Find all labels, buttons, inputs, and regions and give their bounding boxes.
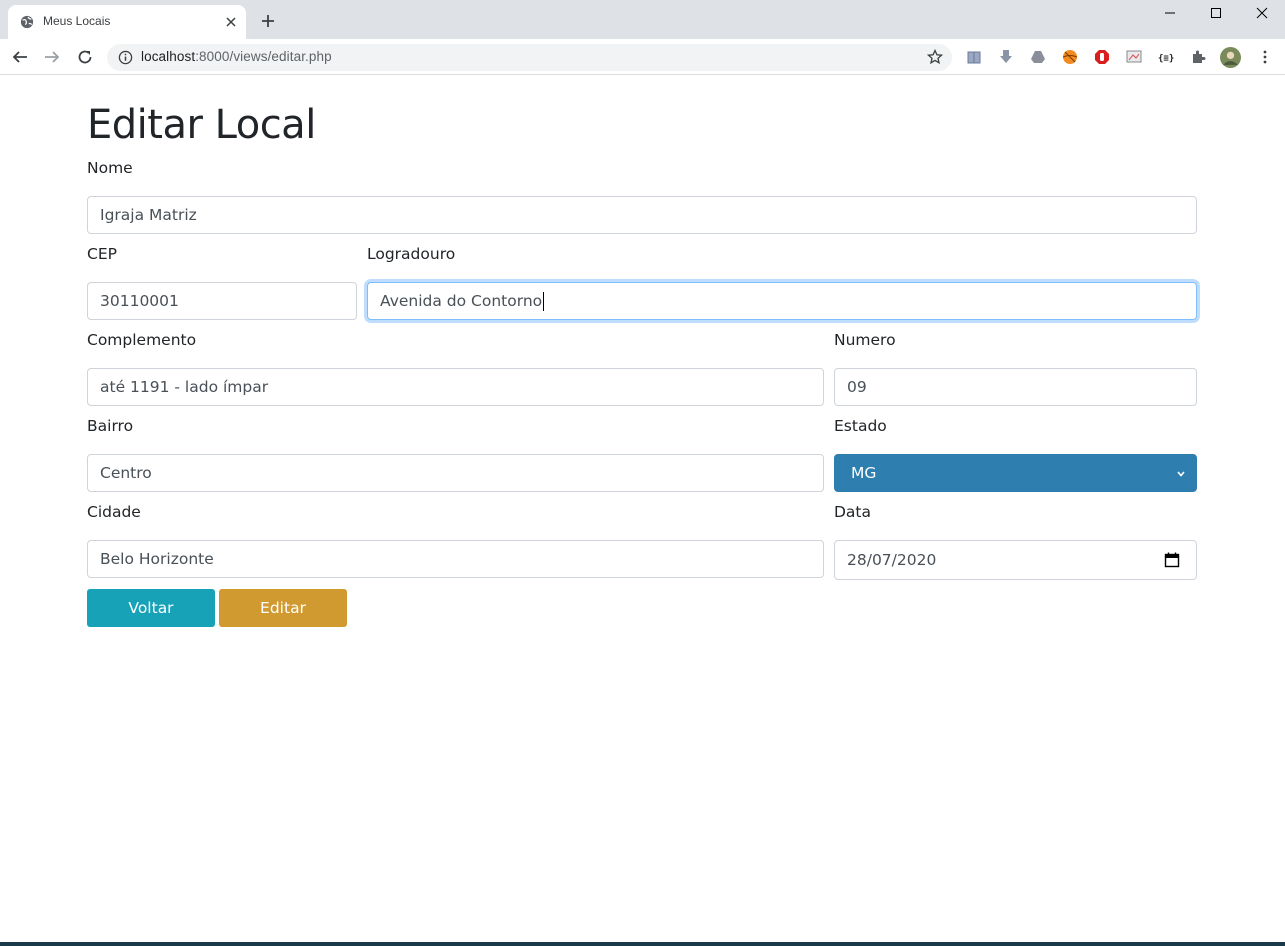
extension-ball-icon[interactable] — [1062, 49, 1078, 65]
extension-reader-icon[interactable] — [966, 49, 982, 65]
page-content: Editar Local Nome Igraja Matriz CEP 3011… — [0, 76, 1285, 942]
cep-value: 30110001 — [100, 292, 179, 310]
complemento-value: até 1191 - lado ímpar — [100, 378, 269, 396]
estado-value: MG — [851, 464, 877, 482]
new-tab-icon[interactable] — [259, 12, 277, 30]
chevron-down-icon — [1177, 471, 1185, 477]
estado-select[interactable]: MG — [834, 454, 1197, 492]
calendar-icon[interactable] — [1164, 552, 1180, 568]
bairro-label: Bairro — [87, 417, 134, 435]
extension-screen-icon[interactable] — [1126, 49, 1142, 65]
extensions-puzzle-icon[interactable] — [1190, 49, 1206, 65]
bairro-input[interactable]: Centro — [87, 454, 824, 492]
taskbar-edge — [0, 942, 1285, 946]
arrow-right-icon — [45, 51, 60, 63]
address-bar[interactable]: localhost:8000/views/editar.php — [107, 44, 952, 71]
window-close-icon — [1256, 7, 1268, 19]
extension-drive-icon[interactable] — [1030, 49, 1046, 65]
editar-button[interactable]: Editar — [219, 589, 347, 627]
page-title: Editar Local — [87, 102, 316, 148]
url-path: :8000/views/editar.php — [195, 49, 332, 64]
window-close-button[interactable] — [1239, 0, 1285, 26]
url-text[interactable]: localhost:8000/views/editar.php — [141, 49, 332, 64]
nome-label: Nome — [87, 159, 133, 177]
tab-title: Meus Locais — [43, 14, 111, 28]
numero-label: Numero — [834, 331, 896, 349]
back-button[interactable] — [10, 47, 30, 67]
profile-avatar-icon[interactable] — [1220, 47, 1241, 68]
reload-button[interactable] — [75, 47, 95, 67]
cidade-label: Cidade — [87, 503, 141, 521]
browser-tab[interactable]: Meus Locais — [8, 5, 246, 39]
arrow-left-icon — [12, 51, 27, 63]
url-host: localhost — [141, 49, 196, 64]
logradouro-input[interactable]: Avenida do Contorno — [367, 282, 1197, 320]
minimize-button[interactable] — [1147, 0, 1193, 26]
data-input[interactable]: 28/07/2020 — [834, 540, 1197, 580]
numero-input[interactable]: 09 — [834, 368, 1197, 406]
reload-icon — [78, 50, 92, 64]
info-icon[interactable] — [118, 50, 133, 65]
bairro-value: Centro — [100, 464, 152, 482]
nome-value: Igraja Matriz — [100, 206, 197, 224]
maximize-icon — [1211, 8, 1221, 18]
complemento-label: Complemento — [87, 331, 197, 349]
extension-adblock-icon[interactable] — [1094, 49, 1110, 65]
forward-button[interactable] — [42, 47, 62, 67]
minimize-icon — [1165, 12, 1175, 14]
maximize-button[interactable] — [1193, 0, 1239, 26]
menu-kebab-icon[interactable] — [1257, 49, 1273, 65]
logradouro-label: Logradouro — [367, 245, 456, 263]
estado-label: Estado — [834, 417, 887, 435]
browser-toolbar: localhost:8000/views/editar.php {≡} — [0, 39, 1285, 75]
numero-value: 09 — [847, 378, 867, 396]
svg-text:{≡}: {≡} — [1158, 54, 1174, 64]
extension-json-icon[interactable]: {≡} — [1158, 49, 1174, 65]
logradouro-value: Avenida do Contorno — [380, 292, 543, 310]
voltar-button[interactable]: Voltar — [87, 589, 215, 627]
close-tab-icon[interactable] — [224, 15, 238, 29]
data-value: 28/07/2020 — [847, 551, 937, 569]
complemento-input[interactable]: até 1191 - lado ímpar — [87, 368, 824, 406]
data-label: Data — [834, 503, 872, 521]
globe-icon — [20, 15, 34, 29]
cep-input[interactable]: 30110001 — [87, 282, 357, 320]
cidade-value: Belo Horizonte — [100, 550, 214, 568]
cep-label: CEP — [87, 245, 117, 263]
cidade-input[interactable]: Belo Horizonte — [87, 540, 824, 578]
extension-download-icon[interactable] — [998, 49, 1014, 65]
nome-input[interactable]: Igraja Matriz — [87, 196, 1197, 234]
text-cursor — [543, 291, 545, 311]
bookmark-star-icon[interactable] — [927, 49, 943, 65]
tab-strip: Meus Locais — [0, 0, 1285, 39]
